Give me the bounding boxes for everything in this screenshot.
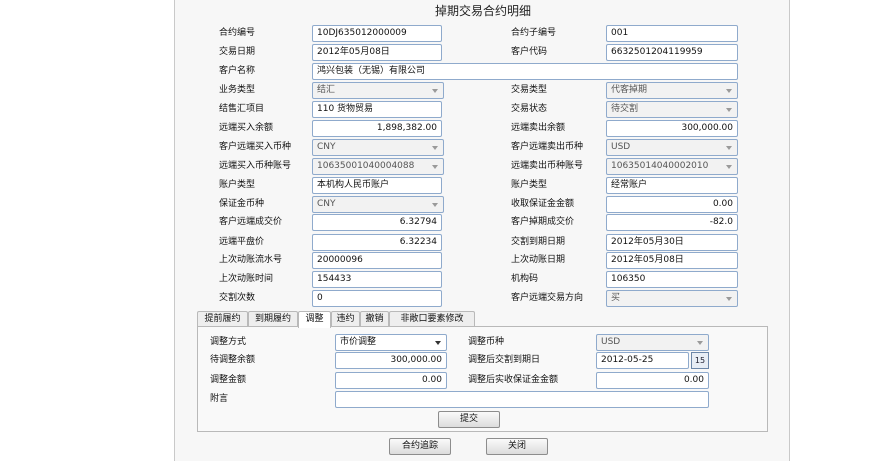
last-txn-serial-label: 上次动账流水号 [219,255,283,265]
far-deal-price-field[interactable]: 6.32794 [312,214,442,231]
buy-account-type-label: 账户类型 [219,180,256,190]
trade-type-label: 交易类型 [511,85,548,95]
trade-status-select[interactable]: 待交割 [606,101,738,118]
tab-non-exposure-modify[interactable]: 非敞口要素修改 [389,311,475,327]
contract-detail-panel: 掉期交易合约明细 合约编号 10DJ635012000009 合约子编号 001… [174,0,790,461]
adjust-method-select[interactable]: 市价调整 [335,334,447,351]
last-txn-date-label: 上次动账日期 [511,255,566,265]
adjusted-margin-field[interactable]: 0.00 [596,372,709,389]
page-title: 掉期交易合约明细 [434,4,531,18]
maturity-date-label: 交割到期日期 [511,237,566,247]
contract-no-field[interactable]: 10DJ635012000009 [312,25,442,42]
trade-date-field[interactable]: 2012年05月08日 [312,44,442,61]
client-code-field[interactable]: 6632501204119959 [606,44,738,61]
far-buy-account-select[interactable]: 10635001040004088 [312,158,444,175]
last-txn-date-field[interactable]: 2012年05月08日 [606,252,738,269]
new-maturity-date-label: 调整后交割到期日 [468,355,541,365]
far-buy-currency-select[interactable]: CNY [312,139,444,156]
contract-sub-no-field[interactable]: 001 [606,25,738,42]
branch-code-label: 机构码 [511,274,539,284]
fx-item-field[interactable]: 110 货物贸易 [312,101,442,118]
contract-sub-no-label: 合约子编号 [511,28,557,38]
tab-maturity-performance[interactable]: 到期履约 [248,311,298,327]
far-cover-price-field[interactable]: 6.32234 [312,234,442,251]
far-sell-balance-field[interactable]: 300,000.00 [606,120,738,137]
adjust-currency-label: 调整币种 [468,337,505,347]
submit-button[interactable]: 提交 [438,411,500,428]
adjust-tab-panel: 调整方式 市价调整 调整币种 USD 待调整余额 300,000.00 调整后交… [197,326,768,432]
far-deal-price-label: 客户远端成交价 [219,217,283,227]
adjust-amount-label: 调整金额 [210,375,247,385]
margin-currency-select[interactable]: CNY [312,196,444,213]
far-buy-balance-field[interactable]: 1,898,382.00 [312,120,442,137]
last-txn-time-label: 上次动账时间 [219,274,274,284]
far-buy-balance-label: 远端买入余额 [219,123,274,133]
tab-early-performance[interactable]: 提前履约 [197,311,248,327]
calendar-icon[interactable]: 15 [691,352,709,369]
delivery-count-label: 交割次数 [219,293,256,303]
adjust-method-label: 调整方式 [210,337,247,347]
client-name-label: 客户名称 [219,66,256,76]
far-direction-label: 客户远端交易方向 [511,293,584,303]
far-sell-currency-label: 客户远端卖出币种 [511,142,584,152]
far-cover-price-label: 远端平盘价 [219,237,265,247]
buy-account-type-field[interactable]: 本机构人民币账户 [312,177,442,194]
far-sell-account-select[interactable]: 10635014040002010 [606,158,738,175]
client-name-field[interactable]: 鸿兴包装（无锡）有限公司 [312,63,738,80]
adjust-amount-field[interactable]: 0.00 [335,372,447,389]
far-sell-account-label: 远端卖出币种账号 [511,161,584,171]
margin-currency-label: 保证金币种 [219,199,265,209]
trade-date-label: 交易日期 [219,47,256,57]
note-label: 附言 [210,394,229,404]
contract-trace-button[interactable]: 合约追踪 [389,438,451,455]
far-buy-currency-label: 客户远端买入币种 [219,142,292,152]
last-txn-serial-field[interactable]: 20000096 [312,252,442,269]
business-type-select[interactable]: 结汇 [312,82,444,99]
far-sell-balance-label: 远端卖出余额 [511,123,566,133]
pending-balance-field[interactable]: 300,000.00 [335,352,447,369]
trade-type-select[interactable]: 代客掉期 [606,82,738,99]
business-type-label: 业务类型 [219,85,256,95]
tab-adjust[interactable]: 调整 [298,311,331,328]
adjusted-margin-label: 调整后实收保证金金额 [468,375,559,385]
far-buy-account-label: 远端买入币种账号 [219,161,292,171]
margin-amount-label: 收取保证金金额 [511,199,575,209]
margin-amount-field[interactable]: 0.00 [606,196,738,213]
last-txn-time-field[interactable]: 154433 [312,271,442,288]
trade-status-label: 交易状态 [511,104,548,114]
new-maturity-date-field[interactable]: 2012-05-25 [596,352,689,369]
maturity-date-field[interactable]: 2012年05月30日 [606,234,738,251]
far-direction-select[interactable]: 买 [606,290,738,307]
swap-deal-price-label: 客户掉期成交价 [511,217,575,227]
fx-item-label: 结售汇项目 [219,104,265,114]
client-code-label: 客户代码 [511,47,548,57]
note-field[interactable] [335,391,709,408]
sell-account-type-field[interactable]: 经常账户 [606,177,738,194]
adjust-currency-select[interactable]: USD [596,334,709,351]
branch-code-field[interactable]: 106350 [606,271,738,288]
close-button[interactable]: 关闭 [486,438,548,455]
tab-default[interactable]: 违约 [331,311,360,327]
tab-cancel[interactable]: 撤销 [360,311,389,327]
delivery-count-field[interactable]: 0 [312,290,442,307]
swap-deal-price-field[interactable]: -82.0 [606,214,738,231]
far-sell-currency-select[interactable]: USD [606,139,738,156]
pending-balance-label: 待调整余额 [210,355,256,365]
sell-account-type-label: 账户类型 [511,180,548,190]
contract-no-label: 合约编号 [219,28,256,38]
